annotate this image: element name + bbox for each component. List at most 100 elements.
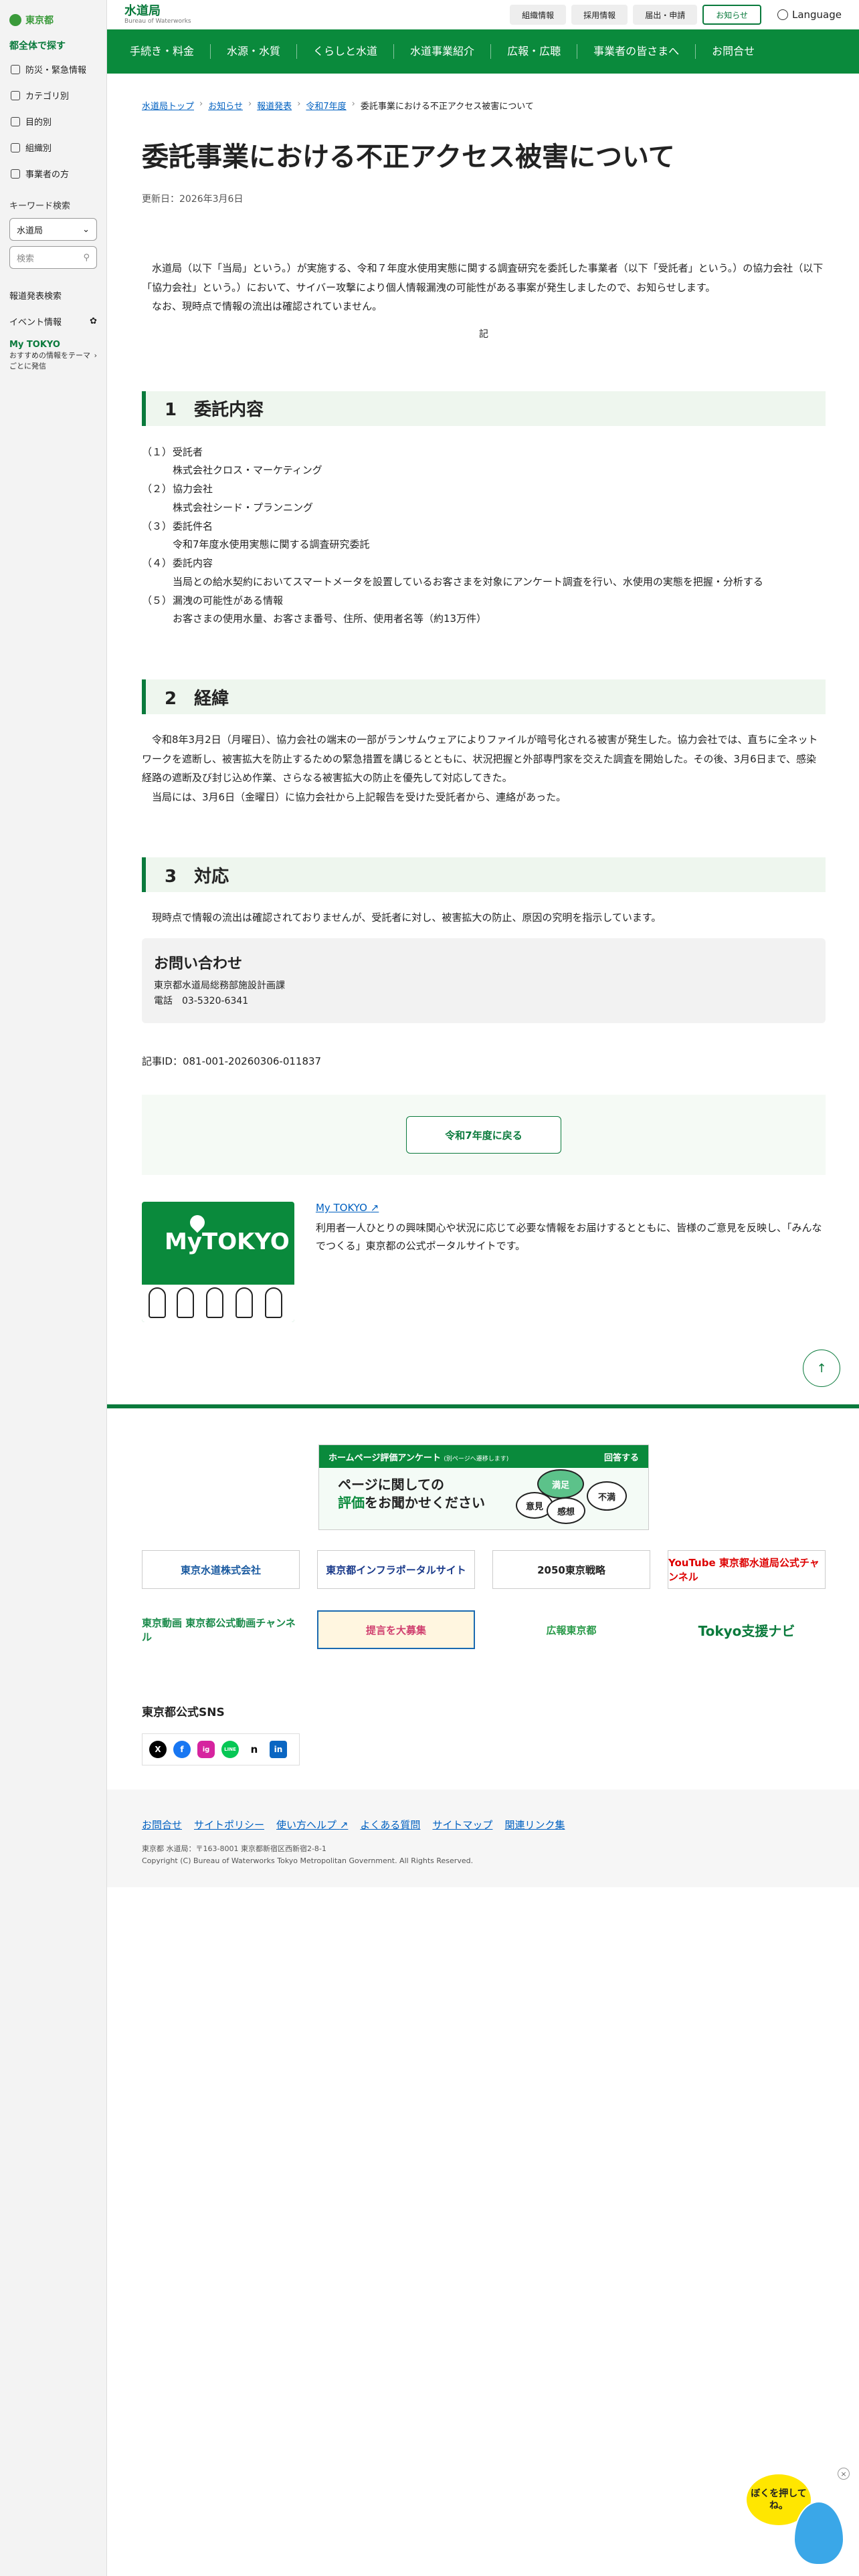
line-icon[interactable]: LINE [221,1741,239,1758]
banner-shien-navi[interactable]: Tokyo支援ナビ [668,1610,826,1649]
note-icon[interactable]: n [246,1741,263,1758]
close-icon[interactable]: × [838,2468,850,2480]
search-input[interactable]: 検索 ⚲ [9,246,97,269]
banner-proposal[interactable]: 提言を大募集 [317,1610,475,1649]
building-icon [11,169,20,179]
breadcrumb-top[interactable]: 水道局トップ [142,99,194,112]
keyword-search-label: キーワード検索 [9,201,71,211]
external-link-icon: ↗ [339,1819,349,1831]
footer-link-contact[interactable]: お問合せ [142,1818,182,1832]
contact-box: お問い合わせ 東京都水道局総務部施設計画課 電話 03-5320-6341 [142,938,826,1024]
contract-details-list: （１） 受託者 株式会社クロス・マーケティング （２） 協力会社 株式会社シード・プ… [142,443,826,629]
language-button[interactable]: Language [777,9,842,21]
press-release-search-link[interactable]: 報道発表検索 [0,282,106,308]
water-drop-mascot-icon [793,2501,844,2565]
response-text: 現時点で情報の流出は確認されておりませんが、受託者に対し、被害拡大の防止、原因の… [152,911,662,924]
lead-text: 水道局（以下「当局」という。）が実施する、令和７年度水使用実態に関する調査研究を… [142,262,824,312]
banner-2050-strategy[interactable]: 2050東京戦略 [492,1550,650,1589]
instagram-icon[interactable]: ig [197,1741,215,1758]
banner-tokyo-douga[interactable]: 東京動画 東京都公式動画チャンネル [142,1610,300,1649]
mytokyo-link[interactable]: My TOKYO ↗ [316,1202,379,1214]
sidebar-item-category[interactable]: カテゴリ別 [0,82,106,108]
chevron-right-icon: › [94,351,97,360]
top-links: 組織情報 採用情報 届出・申請 お知らせ Language [510,5,859,25]
background-text: 令和8年3月2日（月曜日）、協力会社の端末の一部がランサムウェアによりファイルが… [142,734,818,803]
page-title: 委託事業における不正アクセス被害について [142,142,675,173]
contact-title: お問い合わせ [154,955,243,972]
survey-banner[interactable]: ホームページ評価アンケート (別ページへ遷移します) 回答する ページに関しての評… [318,1444,649,1530]
ki-mark: 記 [479,328,488,340]
notices-link[interactable]: お知らせ [702,5,761,25]
mytokyo-promo: MyTOKYO My TOKYO ↗ 利用者一人ひとりの興味関心や状況に応じて必… [142,1202,826,1323]
tag-icon [11,90,20,100]
banner-infra-portal[interactable]: 東京都インフラポータルサイト [317,1550,475,1589]
site-title[interactable]: 水道局 Bureau of Waterworks [107,5,191,25]
sns-title: 東京都公式SNS [142,1706,225,1719]
sidebar-item-disaster[interactable]: 防災・緊急情報 [0,56,106,82]
sns-links: X f ig LINE n in [142,1733,300,1765]
sidebar-item-purpose[interactable]: 目的別 [0,108,106,134]
top-bar: 水道局 Bureau of Waterworks 組織情報 採用情報 届出・申請 … [107,0,859,29]
nav-procedures[interactable]: 手続き・料金 [114,44,211,59]
contact-tel: 電話 03-5320-6341 [154,996,249,1007]
nav-about[interactable]: 水道事業紹介 [394,44,492,59]
footer-address: 東京都 水道局：〒163-8001 東京都新宿区西新宿2-8-1 [142,1844,326,1853]
global-nav: 手続き・料金 水源・水質 くらしと水道 水道事業紹介 広報・広聴 事業者の皆さま… [107,29,859,74]
nav-pr[interactable]: 広報・広聴 [491,44,578,59]
back-area: 令和7年度に戻る [142,1095,826,1176]
globe-icon [777,9,788,20]
breadcrumb-fy[interactable]: 令和7年度 [306,99,346,112]
document-icon [11,116,20,126]
sidebar-section-title: 都全体で探す [9,41,66,51]
chevron-down-icon: ⌄ [82,224,90,235]
footer-link-related[interactable]: 関連リンク集 [504,1818,565,1832]
mytokyo-banner-image[interactable]: MyTOKYO [142,1202,294,1323]
external-link-icon: ↗ [370,1202,379,1214]
event-info-link[interactable]: イベント情報 ✿ [0,308,106,334]
contact-org: 東京都水道局総務部施設計画課 [154,980,285,991]
footer-copyright: Copyright (C) Bureau of Waterworks Tokyo… [142,1856,474,1865]
list-item: （２） 協力会社 [142,483,213,495]
nav-daily-life[interactable]: くらしと水道 [297,44,395,59]
footer-link-policy[interactable]: サイトポリシー [194,1818,264,1832]
updated-date: 更新日：2026年3月6日 [142,194,244,205]
banner-koho-tokyo[interactable]: 広報東京都 [492,1610,650,1649]
footer-link-help[interactable]: 使い方ヘルプ ↗ [276,1818,348,1832]
megaphone-icon [11,64,20,74]
banner-youtube[interactable]: YouTube 東京都水道局公式チャンネル [668,1550,826,1589]
section-heading-1: 1 委託内容 [142,391,826,426]
nav-business[interactable]: 事業者の皆さまへ [577,44,696,59]
back-to-fy-button[interactable]: 令和7年度に戻る [406,1116,561,1154]
breadcrumb-current: 委託事業における不正アクセス被害について [360,102,534,112]
list-item: （３） 委託件名 [142,520,213,532]
applications-link[interactable]: 届出・申請 [633,5,698,25]
footer-link-faq[interactable]: よくある質問 [360,1818,420,1832]
back-to-top-button[interactable]: ↑ [803,1350,840,1387]
recruit-link[interactable]: 採用情報 [571,5,628,25]
mytokyo-description: 利用者一人ひとりの興味関心や状況に応じて必要な情報をお届けするとともに、皆様のご… [315,1222,822,1253]
section-heading-2: 2 経緯 [142,679,826,714]
x-icon[interactable]: X [149,1741,167,1758]
list-item: （４） 委託内容 [142,557,213,569]
tokyo-logo-icon [9,14,21,26]
breadcrumb-press[interactable]: 報道発表 [257,99,292,112]
article-id: 記事ID：081-001-20260306-011837 [142,1055,322,1068]
breadcrumb: 水道局トップ › お知らせ › 報道発表 › 令和7年度 › 委託事業における不正アクセ… [142,99,534,112]
banner-tokyo-water[interactable]: 東京水道株式会社 [142,1550,300,1589]
nav-contact[interactable]: お問合せ [696,44,771,59]
footer-link-sitemap[interactable]: サイトマップ [432,1818,492,1832]
tokyo-logo[interactable]: 東京都 [0,0,106,31]
arrow-up-icon: ↑ [816,1361,827,1376]
nav-water-source[interactable]: 水源・水質 [211,44,298,59]
org-info-link[interactable]: 組織情報 [510,5,567,25]
sidebar-item-organization[interactable]: 組織別 [0,134,106,160]
mascot-widget[interactable]: × ぼくを押してね。 [747,2468,854,2568]
section-heading-3: 3 対応 [142,857,826,892]
sidebar-item-business[interactable]: 事業者の方 [0,160,106,187]
facebook-icon[interactable]: f [173,1741,191,1758]
footer-bottom: お問合せ サイトポリシー 使い方ヘルプ ↗ よくある質問 サイトマップ 関連リン… [107,1790,859,1887]
keyword-scope-select[interactable]: 水道局 ⌄ [9,218,97,241]
linkedin-icon[interactable]: in [270,1741,287,1758]
breadcrumb-notices[interactable]: お知らせ [208,99,243,112]
mytokyo-sidebar-link[interactable]: My TOKYO おすすめの情報をテーマごとに発信 › [9,340,97,371]
